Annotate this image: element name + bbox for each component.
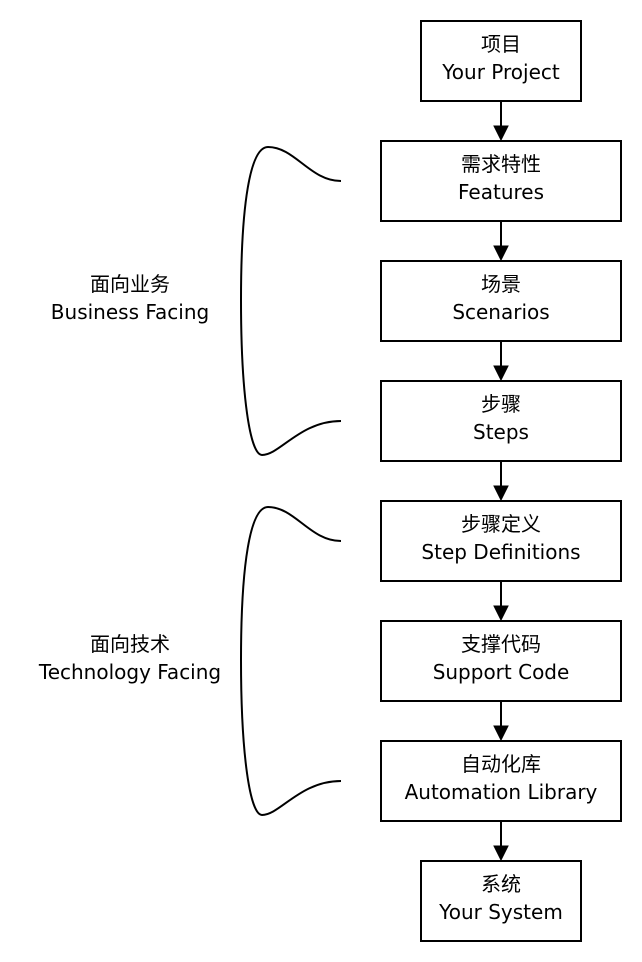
flow-diagram: 项目 Your Project 需求特性 Features 场景 Scenari… [38, 20, 622, 942]
node-scenarios: 场景 Scenarios [380, 260, 622, 342]
group-technology-facing-zh: 面向技术 [90, 632, 170, 656]
node-step-definitions-zh: 步骤定义 [461, 512, 541, 536]
node-step-definitions: 步骤定义 Step Definitions [380, 500, 622, 582]
node-support-code-en: Support Code [433, 660, 570, 684]
node-automation-library: 自动化库 Automation Library [380, 740, 622, 822]
connector-project-features [493, 101, 509, 142]
node-your-system-en: Your System [438, 900, 563, 924]
node-steps: 步骤 Steps [380, 380, 622, 462]
node-scenarios-zh: 场景 [481, 272, 521, 296]
node-steps-zh: 步骤 [481, 392, 521, 416]
node-your-system-zh: 系统 [481, 872, 521, 896]
group-label-business-facing: 面向业务 Business Facing [51, 272, 209, 324]
group-label-technology-facing: 面向技术 Technology Facing [38, 632, 221, 684]
group-technology-facing-en: Technology Facing [38, 660, 221, 684]
node-support-code-zh: 支撑代码 [461, 632, 541, 656]
node-support-code: 支撑代码 Support Code [380, 620, 622, 702]
node-your-project-zh: 项目 [481, 32, 521, 56]
connector-step-definitions-support-code [493, 581, 509, 622]
node-your-project: 项目 Your Project [420, 20, 582, 102]
node-your-project-en: Your Project [441, 60, 560, 84]
connector-scenarios-steps [493, 341, 509, 382]
node-automation-library-zh: 自动化库 [461, 752, 541, 776]
node-features-en: Features [458, 180, 544, 204]
brace-technology-facing [239, 505, 342, 817]
node-scenarios-en: Scenarios [452, 300, 549, 324]
group-business-facing-zh: 面向业务 [90, 272, 170, 296]
node-your-system: 系统 Your System [420, 860, 582, 942]
node-steps-en: Steps [473, 420, 529, 444]
connector-support-code-automation-library [493, 701, 509, 742]
connector-features-scenarios [493, 221, 509, 262]
group-business-facing-en: Business Facing [51, 300, 209, 324]
connector-automation-library-system [493, 821, 509, 862]
brace-business-facing [239, 145, 342, 457]
node-automation-library-en: Automation Library [405, 780, 598, 804]
connector-steps-step-definitions [493, 461, 509, 502]
node-step-definitions-en: Step Definitions [421, 540, 580, 564]
node-features-zh: 需求特性 [461, 152, 541, 176]
node-features: 需求特性 Features [380, 140, 622, 222]
